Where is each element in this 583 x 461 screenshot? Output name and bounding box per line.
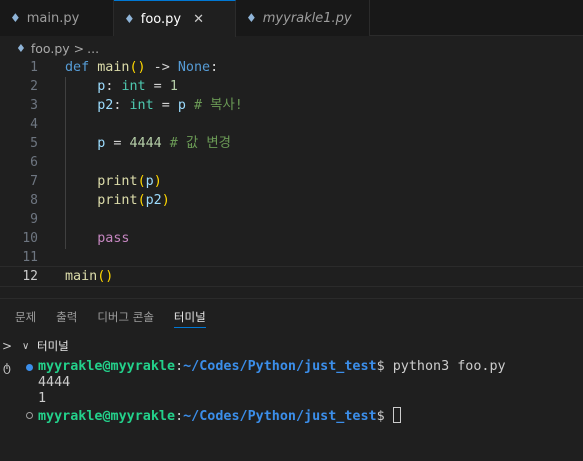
line-number: 5 <box>30 136 38 151</box>
line-number: 8 <box>30 193 38 208</box>
code-line[interactable]: 1 def main() -> None: <box>0 58 583 77</box>
tab-terminal[interactable]: 터미널 <box>173 299 206 334</box>
terminal-title: 터미널 <box>37 339 69 353</box>
code-text: p: int = 1 <box>97 79 178 94</box>
code-line-current[interactable]: 12 main() <box>0 266 583 287</box>
chevron-down-icon[interactable]: ∨ <box>22 341 29 352</box>
python-icon: ♦ <box>246 11 257 25</box>
code-text: print(p) <box>97 174 162 189</box>
code-line[interactable]: 5 p = 4444 # 값 변경 <box>0 134 583 153</box>
breadcrumb-more[interactable]: ... <box>87 41 99 56</box>
line-number: 12 <box>22 269 38 284</box>
code-editor[interactable]: 1 def main() -> None: 2 p: int = 1 3 p2:… <box>0 58 583 298</box>
tab-foo-py[interactable]: ♦ foo.py ✕ <box>114 0 236 37</box>
code-text: def main() -> None: <box>65 60 219 75</box>
chevron-right-icon[interactable]: > <box>2 339 12 353</box>
terminal-output[interactable]: myyrakle@myyrakle:~/Codes/Python/just_te… <box>0 358 583 461</box>
tab-output[interactable]: 출력 <box>56 299 77 334</box>
terminal-line: 4444 <box>38 375 71 390</box>
python-icon: ♦ <box>10 11 21 25</box>
tab-label: foo.py <box>140 11 182 27</box>
code-line[interactable]: 7 print(p) <box>0 172 583 191</box>
breadcrumb-separator: > <box>73 40 85 56</box>
terminal-line: 1 <box>38 391 47 406</box>
tab-myyrakle1-py[interactable]: ♦ myyrakle1.py <box>236 0 370 36</box>
tab-main-py[interactable]: ♦ main.py <box>0 0 114 36</box>
close-icon[interactable]: ✕ <box>193 12 204 27</box>
line-number: 3 <box>30 98 38 113</box>
tab-label: main.py <box>26 10 80 26</box>
code-text: pass <box>97 231 130 246</box>
tab-debug-console[interactable]: 디버그 콘솔 <box>97 299 154 334</box>
code-text: p = 4444 # 값 변경 <box>97 136 231 151</box>
code-line[interactable]: 11 <box>0 248 583 267</box>
tab-label: myyrakle1.py <box>262 10 352 26</box>
breadcrumb-file[interactable]: foo.py <box>31 41 70 56</box>
terminal-cursor <box>392 407 401 423</box>
terminal-prompt-line: myyrakle@myyrakle:~/Codes/Python/just_te… <box>38 407 401 425</box>
code-text: print(p2) <box>97 193 170 208</box>
line-number: 1 <box>30 60 38 75</box>
breadcrumb: ♦ foo.py > ... <box>0 37 583 59</box>
line-number: 11 <box>22 250 38 265</box>
line-number: 4 <box>30 117 38 132</box>
line-number: 9 <box>30 212 38 227</box>
line-number: 10 <box>22 231 38 246</box>
panel-tab-bar: 문제 출력 디버그 콘솔 터미널 <box>0 299 583 334</box>
python-icon: ♦ <box>124 12 135 26</box>
python-icon: ♦ <box>16 41 26 55</box>
code-text: p2: int = p # 복사! <box>97 98 243 113</box>
command-success-icon[interactable] <box>26 364 33 371</box>
command-pending-icon[interactable] <box>26 412 33 419</box>
line-number: 6 <box>30 155 38 170</box>
editor-tab-bar: ♦ main.py ♦ foo.py ✕ ♦ myyrakle1.py <box>0 0 583 37</box>
code-line[interactable]: 9 <box>0 210 583 229</box>
terminal-line: myyrakle@myyrakle:~/Codes/Python/just_te… <box>38 359 506 374</box>
code-line[interactable]: 4 <box>0 115 583 134</box>
code-text: main() <box>65 269 114 284</box>
tab-problems[interactable]: 문제 <box>15 299 36 334</box>
code-line[interactable]: 6 <box>0 153 583 172</box>
terminal-header[interactable]: > ∨ 터미널 <box>0 335 583 357</box>
code-line[interactable]: 2 p: int = 1 <box>0 77 583 96</box>
code-line[interactable]: 8 print(p2) <box>0 191 583 210</box>
code-line[interactable]: 3 p2: int = p # 복사! <box>0 96 583 115</box>
line-number: 7 <box>30 174 38 189</box>
code-line[interactable]: 10 pass <box>0 229 583 248</box>
line-number: 2 <box>30 79 38 94</box>
